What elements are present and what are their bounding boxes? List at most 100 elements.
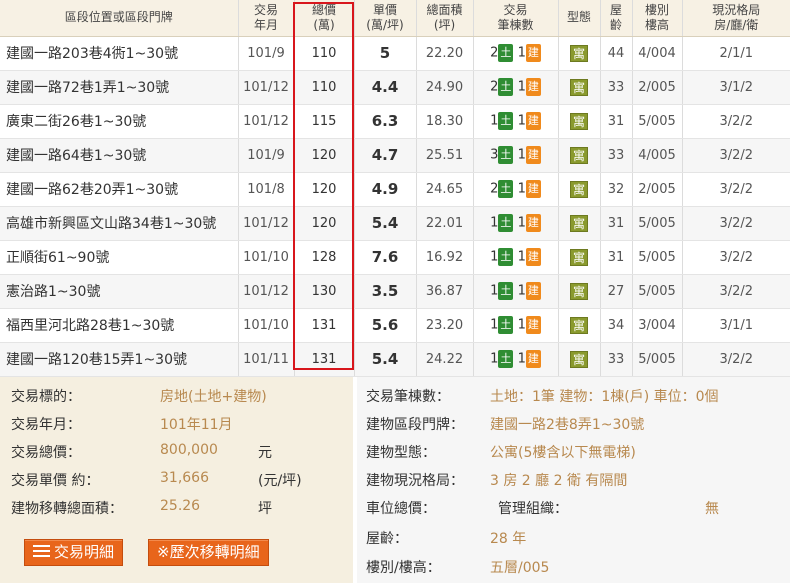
land-badge-icon: 土 (498, 214, 514, 232)
building-count: 1 (517, 45, 526, 61)
transactions-table: 區段位置或區段門牌 交易 年月 總價 (萬) 單價 (萬/坪) 總面積 (坪) 交易 筆棟… (0, 0, 790, 377)
apartment-type-icon: 寓 (570, 282, 588, 300)
row-layout: 3/2/2 (682, 172, 790, 207)
header-total-price: 總價 (萬) (294, 0, 355, 37)
row-date: 101/9 (238, 36, 295, 71)
transaction-details-panel: 交易標的： 房地(土地+建物) 交易年月： 101年11月 交易總價： 800,… (0, 377, 790, 583)
row-count: 1土 1建 (473, 206, 559, 241)
row-layout: 3/1/1 (682, 308, 790, 343)
header-age: 屋齡 (600, 0, 633, 37)
row-age: 34 (600, 308, 633, 343)
row-total-area: 24.65 (416, 172, 474, 207)
building-badge-icon: 建 (525, 350, 541, 368)
row-address[interactable]: 福西里河北路28巷1~30號 (0, 308, 239, 343)
apartment-type-icon: 寓 (570, 350, 588, 368)
target-label: 交易標的： (11, 389, 81, 405)
table-row[interactable]: 建國一路120巷15弄1~30號 101/11 131 5.4 24.22 1土… (0, 342, 790, 377)
row-type: 寓 (558, 36, 601, 71)
building-count: 1 (517, 249, 526, 265)
row-address[interactable]: 高雄市新興區文山路34巷1~30號 (0, 206, 239, 241)
header-total-area: 總面積 (坪) (416, 0, 474, 37)
building-badge-icon: 建 (525, 316, 541, 334)
row-address[interactable]: 正順街61~90號 (0, 240, 239, 275)
row-address[interactable]: 憲治路1~30號 (0, 274, 239, 309)
row-total-area: 22.01 (416, 206, 474, 241)
row-total-price: 115 (294, 104, 355, 139)
row-unit-price: 4.4 (354, 70, 417, 105)
row-date: 101/10 (238, 240, 295, 275)
row-floor: 3/004 (632, 308, 683, 343)
details-left-section: 交易標的： 房地(土地+建物) 交易年月： 101年11月 交易總價： 800,… (0, 377, 353, 583)
row-layout: 3/2/2 (682, 138, 790, 173)
row-age: 33 (600, 70, 633, 105)
total-price-label: 交易總價： (11, 445, 81, 461)
row-floor: 4/005 (632, 138, 683, 173)
row-age: 31 (600, 104, 633, 139)
building-count: 1 (517, 351, 526, 367)
row-layout: 3/2/2 (682, 104, 790, 139)
row-address[interactable]: 建國一路72巷1弄1~30號 (0, 70, 239, 105)
row-layout: 3/1/2 (682, 70, 790, 105)
row-type: 寓 (558, 172, 601, 207)
row-address[interactable]: 建國一路203巷4衖1~30號 (0, 36, 239, 71)
land-count: 1 (490, 113, 499, 129)
table-row[interactable]: 福西里河北路28巷1~30號 101/10 131 5.6 23.20 1土 1… (0, 308, 790, 343)
land-badge-icon: 土 (498, 316, 514, 334)
row-total-price: 131 (294, 342, 355, 377)
row-type: 寓 (558, 104, 601, 139)
row-address[interactable]: 建國一路120巷15弄1~30號 (0, 342, 239, 377)
row-floor: 4/004 (632, 36, 683, 71)
table-row[interactable]: 建國一路62巷20弄1~30號 101/8 120 4.9 24.65 2土 1… (0, 172, 790, 207)
apartment-type-icon: 寓 (570, 44, 588, 62)
building-count: 1 (517, 147, 526, 163)
row-unit-price: 5.4 (354, 206, 417, 241)
table-row[interactable]: 正順街61~90號 101/10 128 7.6 16.92 1土 1建 寓 3… (0, 240, 790, 275)
table-row[interactable]: 建國一路64巷1~30號 101/9 120 4.7 25.51 3土 1建 寓… (0, 138, 790, 173)
row-age: 33 (600, 342, 633, 377)
building-badge-icon: 建 (525, 248, 541, 266)
row-total-price: 120 (294, 206, 355, 241)
apartment-type-icon: 寓 (570, 112, 588, 130)
building-type-value: 公寓(5樓含以下無電梯) (490, 445, 636, 461)
row-count: 1土 1建 (473, 104, 559, 139)
header-type: 型態 (558, 0, 601, 37)
total-price-unit: 元 (258, 445, 272, 461)
land-count: 1 (490, 351, 499, 367)
row-date: 101/8 (238, 172, 295, 207)
land-count: 3 (490, 147, 499, 163)
land-count: 1 (490, 249, 499, 265)
land-badge-icon: 土 (498, 248, 514, 266)
row-total-area: 18.30 (416, 104, 474, 139)
transfer-history-button[interactable]: ※歷次移轉明細 (148, 539, 269, 566)
row-type: 寓 (558, 138, 601, 173)
row-age: 32 (600, 172, 633, 207)
row-layout: 3/2/2 (682, 240, 790, 275)
row-type: 寓 (558, 308, 601, 343)
table-row[interactable]: 廣東二街26巷1~30號 101/12 115 6.3 18.30 1土 1建 … (0, 104, 790, 139)
row-date: 101/12 (238, 70, 295, 105)
row-type: 寓 (558, 342, 601, 377)
building-count: 1 (517, 181, 526, 197)
area-label: 建物移轉總面積： (11, 501, 123, 517)
row-address[interactable]: 廣東二街26巷1~30號 (0, 104, 239, 139)
management-value: 無 (705, 501, 719, 517)
row-total-area: 36.87 (416, 274, 474, 309)
table-row[interactable]: 建國一路72巷1弄1~30號 101/12 110 4.4 24.90 2土 1… (0, 70, 790, 105)
header-address: 區段位置或區段門牌 (0, 0, 239, 37)
land-count: 2 (490, 181, 499, 197)
table-row[interactable]: 高雄市新興區文山路34巷1~30號 101/12 120 5.4 22.01 1… (0, 206, 790, 241)
header-count: 交易 筆棟數 (473, 0, 559, 37)
land-badge-icon: 土 (498, 350, 514, 368)
row-address[interactable]: 建國一路62巷20弄1~30號 (0, 172, 239, 207)
apartment-type-icon: 寓 (570, 78, 588, 96)
table-row[interactable]: 憲治路1~30號 101/12 130 3.5 36.87 1土 1建 寓 27… (0, 274, 790, 309)
date-label: 交易年月： (11, 417, 81, 433)
row-address[interactable]: 建國一路64巷1~30號 (0, 138, 239, 173)
row-total-price: 120 (294, 138, 355, 173)
transaction-detail-button[interactable]: 交易明細 (24, 539, 124, 566)
table-row[interactable]: 建國一路203巷4衖1~30號 101/9 110 5 22.20 2土 1建 … (0, 36, 790, 71)
land-badge-icon: 土 (498, 180, 514, 198)
building-address-label: 建物區段門牌： (366, 417, 464, 433)
row-date: 101/10 (238, 308, 295, 343)
floor-value: 五層/005 (490, 560, 550, 576)
